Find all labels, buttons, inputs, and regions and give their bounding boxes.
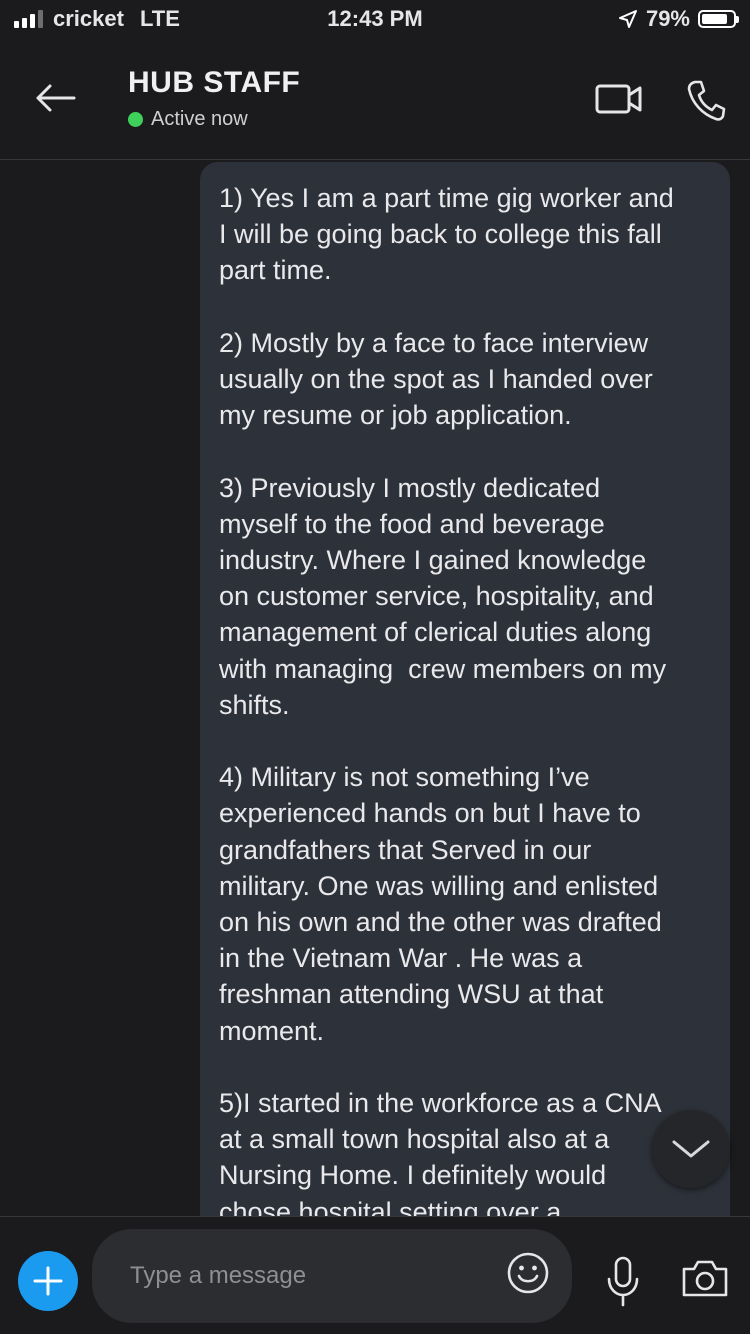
phone-call-icon xyxy=(687,80,726,121)
video-call-icon xyxy=(595,84,642,114)
battery-percent: 79% xyxy=(645,6,690,31)
online-indicator-icon xyxy=(128,112,143,127)
camera-button[interactable] xyxy=(680,1257,730,1299)
battery-fill xyxy=(702,14,727,24)
message-paragraph-2: 2) Mostly by a face to face interview us… xyxy=(219,327,653,431)
emoji-icon xyxy=(507,1252,549,1294)
chat-header: HUB STAFF Active now xyxy=(0,44,750,160)
scroll-to-bottom-button[interactable] xyxy=(652,1110,730,1188)
video-call-button[interactable] xyxy=(594,82,644,116)
conversation-title[interactable]: HUB STAFF xyxy=(128,66,300,100)
presence-label: Active now xyxy=(151,108,248,130)
message-paragraph-3: 3) Previously I mostly dedicated myself … xyxy=(219,472,667,720)
message-composer xyxy=(0,1216,750,1334)
chevron-down-icon xyxy=(672,1140,710,1158)
plus-icon xyxy=(33,1266,63,1296)
battery-icon xyxy=(698,10,739,28)
camera-icon xyxy=(682,1260,728,1297)
back-button[interactable] xyxy=(30,78,80,118)
message-bubble[interactable]: 1) Yes I am a part time gig worker and I… xyxy=(200,162,730,1216)
microphone-icon xyxy=(607,1256,639,1307)
phone-call-button[interactable] xyxy=(686,78,726,122)
presence-status: Active now xyxy=(128,108,248,131)
message-input[interactable] xyxy=(92,1229,572,1323)
location-arrow-icon xyxy=(618,10,637,28)
emoji-button[interactable] xyxy=(506,1251,550,1295)
status-bar: cricket LTE 12:43 PM 79% xyxy=(0,0,750,44)
message-list[interactable]: 1) Yes I am a part time gig worker and I… xyxy=(0,160,750,1216)
status-bar-right: 79% xyxy=(618,6,739,32)
back-arrow-icon xyxy=(36,84,76,112)
message-paragraph-4: 4) Military is not something I’ve experi… xyxy=(219,762,662,1046)
message-paragraph-5: 5)I started in the workforce as a CNA at… xyxy=(219,1088,662,1216)
voice-message-button[interactable] xyxy=(604,1255,642,1307)
message-paragraph-1: 1) Yes I am a part time gig worker and I… xyxy=(219,183,674,286)
add-attachment-button[interactable] xyxy=(18,1251,78,1311)
